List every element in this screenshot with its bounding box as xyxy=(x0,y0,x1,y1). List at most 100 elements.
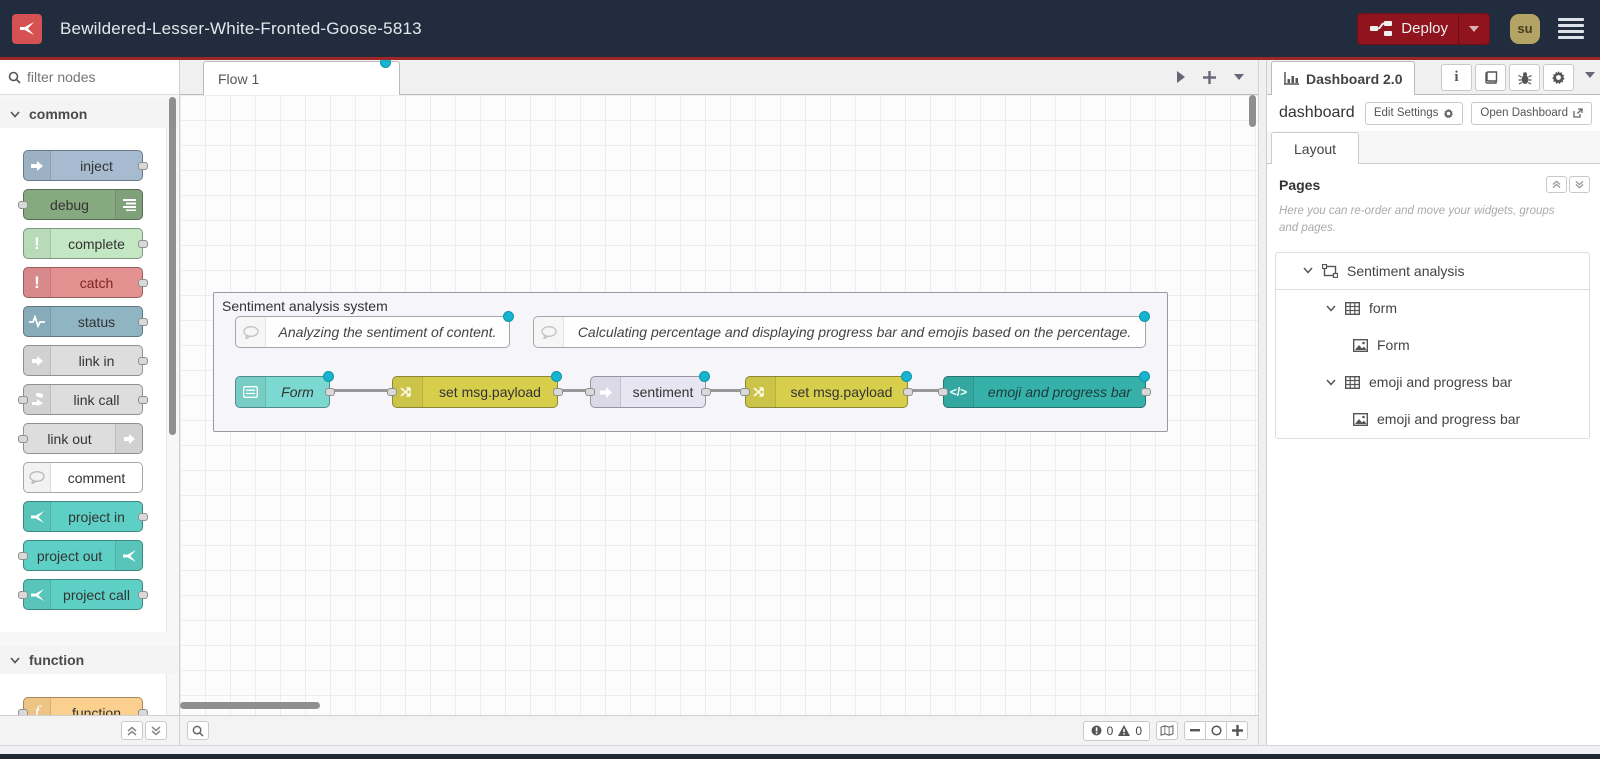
palette-node-debug[interactable]: debug xyxy=(18,189,143,220)
palette-node-status[interactable]: status xyxy=(23,306,148,337)
node-port[interactable] xyxy=(325,388,335,396)
node-port[interactable] xyxy=(18,435,28,443)
palette-scrollbar[interactable] xyxy=(169,97,176,435)
next-tab-icon[interactable] xyxy=(1176,71,1185,83)
expand-all-button[interactable] xyxy=(145,721,167,740)
comment-node-1[interactable]: Analyzing the sentiment of content. xyxy=(235,311,514,348)
add-flow-button[interactable] xyxy=(1203,70,1216,84)
sidebar-tabs-caret[interactable] xyxy=(1585,72,1595,78)
palette-category-common[interactable]: common xyxy=(0,100,179,128)
chevron-down-icon[interactable] xyxy=(1326,305,1336,312)
node-red-app: Bewildered-Lesser-White-Fronted-Goose-58… xyxy=(0,0,1600,759)
navigator-button[interactable] xyxy=(1156,721,1178,740)
notification-counts[interactable]: 0 0 xyxy=(1082,720,1150,741)
comment-node-2[interactable]: Calculating percentage and displaying pr… xyxy=(533,311,1150,348)
palette-node-project-in[interactable]: project in xyxy=(23,501,148,532)
tree-item-widget[interactable]: Form xyxy=(1276,327,1589,364)
node-port[interactable] xyxy=(138,318,148,326)
flow-canvas[interactable]: Sentiment analysis system Analyzing the … xyxy=(180,95,1258,715)
palette-search[interactable] xyxy=(0,60,179,95)
info-tab-button[interactable]: i xyxy=(1441,64,1472,91)
collapse-all-button[interactable] xyxy=(121,721,143,740)
user-avatar[interactable]: su xyxy=(1510,13,1540,44)
node-port[interactable] xyxy=(18,709,28,715)
palette-node-catch[interactable]: ! catch xyxy=(23,267,148,298)
node-ui-template[interactable]: </> emoji and progress bar xyxy=(938,371,1151,408)
debug-tab-button[interactable] xyxy=(1509,64,1540,91)
wire[interactable] xyxy=(330,389,392,392)
changed-dot xyxy=(503,311,514,322)
canvas-vertical-scrollbar[interactable] xyxy=(1249,95,1256,127)
palette-category-function[interactable]: function xyxy=(0,646,179,674)
sidebar-resize-handle[interactable] xyxy=(1258,60,1266,745)
flow-list-caret[interactable] xyxy=(1234,74,1244,80)
palette-node-function[interactable]: f function xyxy=(18,697,148,715)
palette-node-inject[interactable]: inject xyxy=(23,150,148,181)
node-port[interactable] xyxy=(138,162,148,170)
node-port[interactable] xyxy=(138,513,148,521)
node-port[interactable] xyxy=(138,396,148,404)
node-port[interactable] xyxy=(740,388,750,396)
image-icon xyxy=(1353,412,1368,426)
palette-node-link-call[interactable]: link call xyxy=(18,384,148,415)
palette-node-project-out[interactable]: project out xyxy=(18,540,143,571)
tab-dashboard-2[interactable]: Dashboard 2.0 xyxy=(1271,61,1416,95)
node-port[interactable] xyxy=(138,357,148,365)
link-arrow-icon xyxy=(24,346,51,375)
palette-node-link-in[interactable]: link in xyxy=(23,345,148,376)
comment-bubble-icon xyxy=(24,463,51,492)
tree-item-page[interactable]: Sentiment analysis xyxy=(1276,253,1589,290)
tab-flow-1[interactable]: Flow 1 xyxy=(203,60,400,95)
search-flows-button[interactable] xyxy=(187,721,209,740)
config-tab-button[interactable] xyxy=(1543,64,1574,91)
filter-nodes-input[interactable] xyxy=(27,69,147,85)
move-up-button[interactable] xyxy=(1546,176,1567,193)
node-sentiment[interactable]: sentiment xyxy=(585,371,711,408)
tree-item-group[interactable]: emoji and progress bar xyxy=(1276,364,1589,401)
palette-node-project-call[interactable]: project call xyxy=(18,579,148,610)
node-port[interactable] xyxy=(18,396,28,404)
zoom-in-button[interactable] xyxy=(1226,721,1248,740)
node-port[interactable] xyxy=(701,388,711,396)
chevron-down-icon[interactable] xyxy=(1326,379,1336,386)
header: Bewildered-Lesser-White-Fronted-Goose-58… xyxy=(0,0,1600,57)
node-port[interactable] xyxy=(18,201,28,209)
node-port[interactable] xyxy=(138,709,148,715)
chevron-down-icon[interactable] xyxy=(1303,267,1313,274)
node-port[interactable] xyxy=(18,591,28,599)
comment-bubble-icon xyxy=(236,317,266,347)
palette-node-comment[interactable]: comment xyxy=(23,462,143,493)
palette-scroll-area[interactable]: common inject debug ! complete ! catch s… xyxy=(0,95,179,715)
node-port[interactable] xyxy=(585,388,595,396)
node-port[interactable] xyxy=(903,388,913,396)
palette-node-link-out[interactable]: link out xyxy=(18,423,143,454)
changed-dot xyxy=(699,371,710,382)
tree-item-group[interactable]: form xyxy=(1276,290,1589,327)
node-port[interactable] xyxy=(938,388,948,396)
node-port[interactable] xyxy=(1141,388,1151,396)
zoom-reset-button[interactable] xyxy=(1205,721,1227,740)
node-port[interactable] xyxy=(138,279,148,287)
node-port[interactable] xyxy=(387,388,397,396)
tab-layout[interactable]: Layout xyxy=(1271,132,1360,164)
node-port[interactable] xyxy=(138,591,148,599)
deploy-button[interactable]: Deploy xyxy=(1357,12,1490,45)
move-down-button[interactable] xyxy=(1569,176,1590,193)
tree-item-widget[interactable]: emoji and progress bar xyxy=(1276,401,1589,438)
deploy-options-caret[interactable] xyxy=(1458,13,1489,44)
main-menu-button[interactable] xyxy=(1556,14,1586,43)
zoom-out-button[interactable] xyxy=(1184,721,1206,740)
node-port[interactable] xyxy=(18,552,28,560)
node-change-1[interactable]: set msg.payload xyxy=(387,371,563,408)
flow-group[interactable]: Sentiment analysis system xyxy=(213,292,1168,432)
edit-settings-button[interactable]: Edit Settings xyxy=(1364,101,1464,125)
help-tab-button[interactable] xyxy=(1475,64,1506,91)
canvas-horizontal-scrollbar[interactable] xyxy=(180,702,320,709)
node-change-2[interactable]: set msg.payload xyxy=(740,371,913,408)
palette-node-complete[interactable]: ! complete xyxy=(23,228,148,259)
node-port[interactable] xyxy=(553,388,563,396)
search-icon xyxy=(8,71,21,84)
node-form[interactable]: Form xyxy=(235,371,335,408)
node-port[interactable] xyxy=(138,240,148,248)
open-dashboard-button[interactable]: Open Dashboard xyxy=(1471,101,1592,125)
